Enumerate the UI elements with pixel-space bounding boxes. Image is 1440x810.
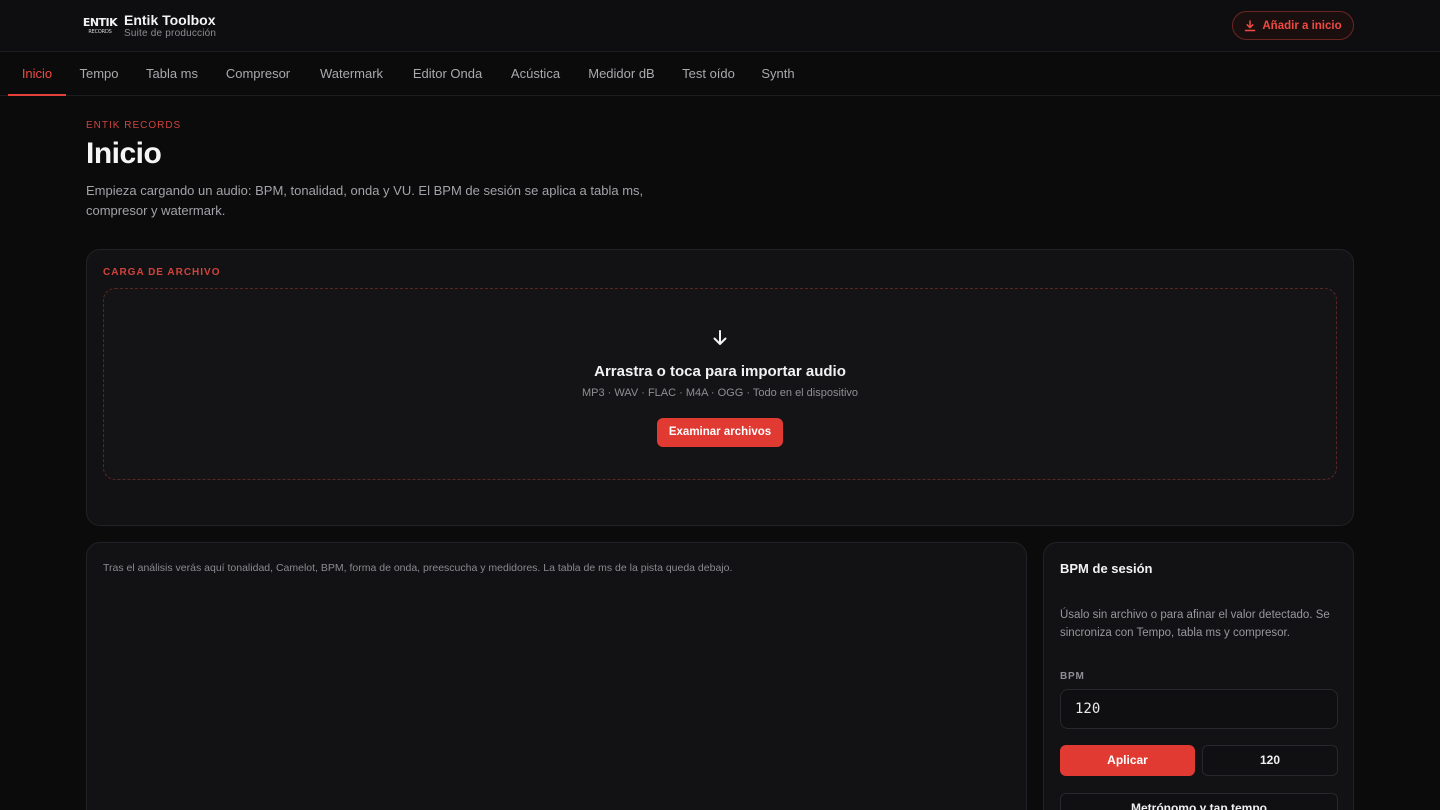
tab-watermark[interactable]: Watermark bbox=[312, 52, 391, 95]
section-eyebrow: ENTIK RECORDS bbox=[86, 120, 182, 131]
logo-subtext: RECORDS bbox=[88, 29, 112, 35]
upload-card-label: CARGA DE ARCHIVO bbox=[103, 267, 221, 278]
analysis-placeholder: Tras el análisis verás aquí tonalidad, C… bbox=[103, 562, 733, 574]
analysis-card: Tras el análisis verás aquí tonalidad, C… bbox=[86, 542, 1027, 810]
logo-text: ENTIK bbox=[82, 16, 118, 29]
metronome-tap-tempo-button[interactable]: Metrónomo y tap tempo bbox=[1060, 793, 1338, 810]
page-description: Empieza cargando un audio: BPM, tonalida… bbox=[86, 183, 644, 218]
brand[interactable]: ENTIK RECORDS Entik Toolbox Suite de pro… bbox=[83, 12, 216, 40]
tab-synth[interactable]: Synth bbox=[756, 52, 800, 95]
bpm-input[interactable] bbox=[1060, 689, 1338, 729]
app-title: Entik Toolbox bbox=[124, 12, 216, 28]
brand-text: Entik Toolbox Suite de producción bbox=[124, 12, 216, 40]
app-subtitle: Suite de producción bbox=[124, 28, 217, 39]
tab-test-oido[interactable]: Test oído bbox=[676, 52, 741, 95]
browse-files-button[interactable]: Examinar archivos bbox=[657, 418, 783, 447]
session-bpm-description: Úsalo sin archivo o para afinar el valor… bbox=[1060, 609, 1330, 639]
tab-medidor-db[interactable]: Medidor dB bbox=[582, 52, 661, 95]
main-tabs: Inicio Tempo Tabla ms Compresor Watermar… bbox=[0, 52, 1440, 96]
add-to-home-label: Añadir a inicio bbox=[1262, 19, 1342, 32]
apply-bpm-button[interactable]: Aplicar bbox=[1060, 745, 1195, 776]
tab-acustica[interactable]: Acústica bbox=[504, 52, 567, 95]
session-bpm-title: BPM de sesión bbox=[1060, 561, 1153, 576]
dropzone-formats: MP3 · WAV · FLAC · M4A · OGG · Todo en e… bbox=[581, 387, 859, 399]
entik-logo: ENTIK RECORDS bbox=[83, 13, 118, 39]
page-title: Inicio bbox=[86, 137, 162, 170]
arrow-down-icon bbox=[713, 330, 727, 345]
current-bpm-button[interactable]: 120 bbox=[1202, 745, 1338, 776]
tab-inicio[interactable]: Inicio bbox=[8, 52, 66, 96]
download-icon bbox=[1245, 19, 1256, 31]
upload-card: CARGA DE ARCHIVO Arrastra o toca para im… bbox=[86, 249, 1354, 526]
top-bar: ENTIK RECORDS Entik Toolbox Suite de pro… bbox=[0, 0, 1440, 52]
audio-dropzone[interactable]: Arrastra o toca para importar audio MP3 … bbox=[103, 288, 1337, 480]
tab-tempo[interactable]: Tempo bbox=[73, 52, 125, 95]
tab-tabla-ms[interactable]: Tabla ms bbox=[140, 52, 204, 95]
bpm-field-label: BPM bbox=[1060, 671, 1085, 682]
add-to-home-button[interactable]: Añadir a inicio bbox=[1232, 11, 1354, 40]
dropzone-title: Arrastra o toca para importar audio bbox=[594, 363, 846, 380]
tab-editor-onda[interactable]: Editor Onda bbox=[406, 52, 489, 95]
session-bpm-card: BPM de sesión Úsalo sin archivo o para a… bbox=[1043, 542, 1354, 810]
tab-compresor[interactable]: Compresor bbox=[219, 52, 297, 95]
